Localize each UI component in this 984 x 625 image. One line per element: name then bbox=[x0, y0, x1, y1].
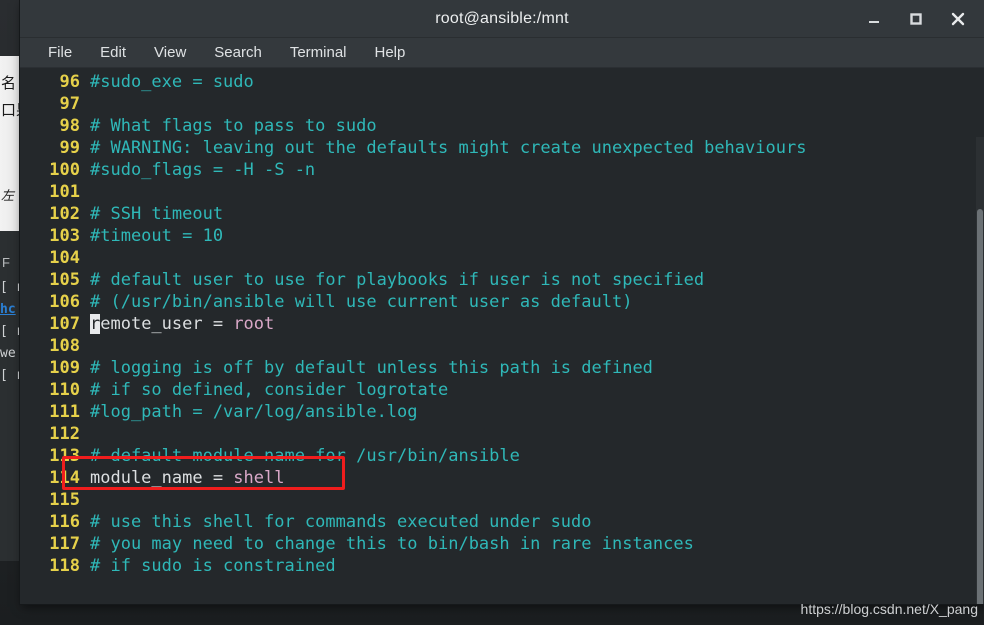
line-number: 111 bbox=[49, 402, 80, 422]
menu-bar: File Edit View Search Terminal Help bbox=[20, 38, 984, 68]
line-number: 108 bbox=[49, 336, 80, 356]
line-number: 114 bbox=[49, 468, 80, 488]
watermark: https://blog.csdn.net/X_pang bbox=[800, 601, 978, 617]
comment-text: # SSH timeout bbox=[90, 204, 224, 224]
editor-line[interactable]: 118 # if sudo is constrained bbox=[20, 555, 984, 577]
editor-line[interactable]: 104 bbox=[20, 247, 984, 269]
line-number: 117 bbox=[49, 534, 80, 554]
editor-line[interactable]: 100 #sudo_flags = -H -S -n bbox=[20, 159, 984, 181]
line-number: 115 bbox=[49, 490, 80, 510]
editor-line[interactable]: 97 bbox=[20, 93, 984, 115]
line-number: 96 bbox=[59, 72, 80, 92]
line-number: 113 bbox=[49, 446, 80, 466]
comment-text: # if sudo is constrained bbox=[90, 556, 336, 576]
line-number: 101 bbox=[49, 182, 80, 202]
editor-line[interactable]: 117 # you may need to change this to bin/… bbox=[20, 533, 984, 555]
editor-line[interactable]: 110 # if so defined, consider logrotate bbox=[20, 379, 984, 401]
line-number: 116 bbox=[49, 512, 80, 532]
comment-text: # WARNING: leaving out the defaults migh… bbox=[90, 138, 807, 158]
line-number: 109 bbox=[49, 358, 80, 378]
menu-item-file[interactable]: File bbox=[46, 43, 74, 62]
comment-text: # default module name for /usr/bin/ansib… bbox=[90, 446, 520, 466]
line-number: 99 bbox=[59, 138, 80, 158]
maximize-icon[interactable] bbox=[906, 9, 926, 29]
line-number: 97 bbox=[59, 94, 80, 114]
title-bar[interactable]: root@ansible:/mnt bbox=[20, 0, 984, 38]
comment-text: #timeout = 10 bbox=[90, 226, 224, 246]
comment-text: #sudo_flags = -H -S -n bbox=[90, 160, 316, 180]
scrollbar-thumb[interactable] bbox=[977, 209, 983, 604]
line-number: 100 bbox=[49, 160, 80, 180]
editor-line[interactable]: 99 # WARNING: leaving out the defaults mi… bbox=[20, 137, 984, 159]
terminal-content[interactable]: 96 #sudo_exe = sudo 97 98 # What flags to pa… bbox=[20, 68, 984, 604]
menu-item-terminal[interactable]: Terminal bbox=[288, 43, 349, 62]
comment-text: # you may need to change this to bin/bas… bbox=[90, 534, 694, 554]
editor-line[interactable]: 113 # default module name for /usr/bin/an… bbox=[20, 445, 984, 467]
editor-line[interactable]: 102 # SSH timeout bbox=[20, 203, 984, 225]
window-controls bbox=[864, 0, 978, 38]
editor-line[interactable]: 112 bbox=[20, 423, 984, 445]
line-number: 107 bbox=[49, 314, 80, 334]
editor-line[interactable]: 114 module_name = shell bbox=[20, 467, 984, 489]
editor-line[interactable]: 115 bbox=[20, 489, 984, 511]
setting-value: shell bbox=[233, 468, 285, 488]
window-title: root@ansible:/mnt bbox=[435, 9, 569, 27]
minimize-icon[interactable] bbox=[864, 9, 884, 29]
editor-line[interactable]: 107 remote_user = root bbox=[20, 313, 984, 335]
editor-line[interactable]: 108 bbox=[20, 335, 984, 357]
background-terminal-line-4: we bbox=[0, 346, 16, 361]
setting-key: emote_user = bbox=[100, 314, 234, 334]
background-white-text-1: 名 bbox=[1, 74, 17, 92]
menu-item-search[interactable]: Search bbox=[212, 43, 264, 62]
comment-text: #log_path = /var/log/ansible.log bbox=[90, 402, 418, 422]
editor-line[interactable]: 101 bbox=[20, 181, 984, 203]
close-icon[interactable] bbox=[948, 9, 968, 29]
comment-text: # default user to use for playbooks if u… bbox=[90, 270, 705, 290]
line-number: 103 bbox=[49, 226, 80, 246]
editor-line[interactable]: 103 #timeout = 10 bbox=[20, 225, 984, 247]
editor-line[interactable]: 105 # default user to use for playbooks i… bbox=[20, 269, 984, 291]
editor-line[interactable]: 98 # What flags to pass to sudo bbox=[20, 115, 984, 137]
background-terminal-title: F bbox=[2, 255, 10, 270]
line-number: 106 bbox=[49, 292, 80, 312]
editor-line[interactable]: 111 #log_path = /var/log/ansible.log bbox=[20, 401, 984, 423]
line-number: 118 bbox=[49, 556, 80, 576]
text-cursor: r bbox=[90, 314, 101, 334]
comment-text: # use this shell for commands executed u… bbox=[90, 512, 592, 532]
menu-item-edit[interactable]: Edit bbox=[98, 43, 128, 62]
setting-key: module_name = bbox=[90, 468, 234, 488]
comment-text: # What flags to pass to sudo bbox=[90, 116, 377, 136]
line-number: 112 bbox=[49, 424, 80, 444]
screen: 名 口果 左 F [ r hc [ r we [ r root@ansible:… bbox=[0, 0, 984, 625]
editor-line[interactable]: 116 # use this shell for commands execute… bbox=[20, 511, 984, 533]
menu-item-view[interactable]: View bbox=[152, 43, 188, 62]
menu-item-help[interactable]: Help bbox=[373, 43, 408, 62]
editor-line[interactable]: 106 # (/usr/bin/ansible will use current … bbox=[20, 291, 984, 313]
editor-line[interactable]: 96 #sudo_exe = sudo bbox=[20, 71, 984, 93]
line-number: 98 bbox=[59, 116, 80, 136]
comment-text: # logging is off by default unless this … bbox=[90, 358, 653, 378]
scrollbar-track[interactable] bbox=[976, 137, 984, 604]
comment-text: # (/usr/bin/ansible will use current use… bbox=[90, 292, 633, 312]
comment-text: #sudo_exe = sudo bbox=[90, 72, 254, 92]
line-number: 110 bbox=[49, 380, 80, 400]
line-number: 102 bbox=[49, 204, 80, 224]
editor-line[interactable]: 109 # logging is off by default unless th… bbox=[20, 357, 984, 379]
background-terminal-line-2: hc bbox=[0, 302, 16, 317]
line-number: 104 bbox=[49, 248, 80, 268]
comment-text: # if so defined, consider logrotate bbox=[90, 380, 449, 400]
vim-buffer[interactable]: 96 #sudo_exe = sudo 97 98 # What flags to pa… bbox=[20, 71, 984, 577]
line-number: 105 bbox=[49, 270, 80, 290]
terminal-window: root@ansible:/mnt File Edit View Search … bbox=[20, 0, 984, 604]
background-white-text-3: 左 bbox=[1, 189, 15, 204]
setting-value: root bbox=[233, 314, 275, 334]
